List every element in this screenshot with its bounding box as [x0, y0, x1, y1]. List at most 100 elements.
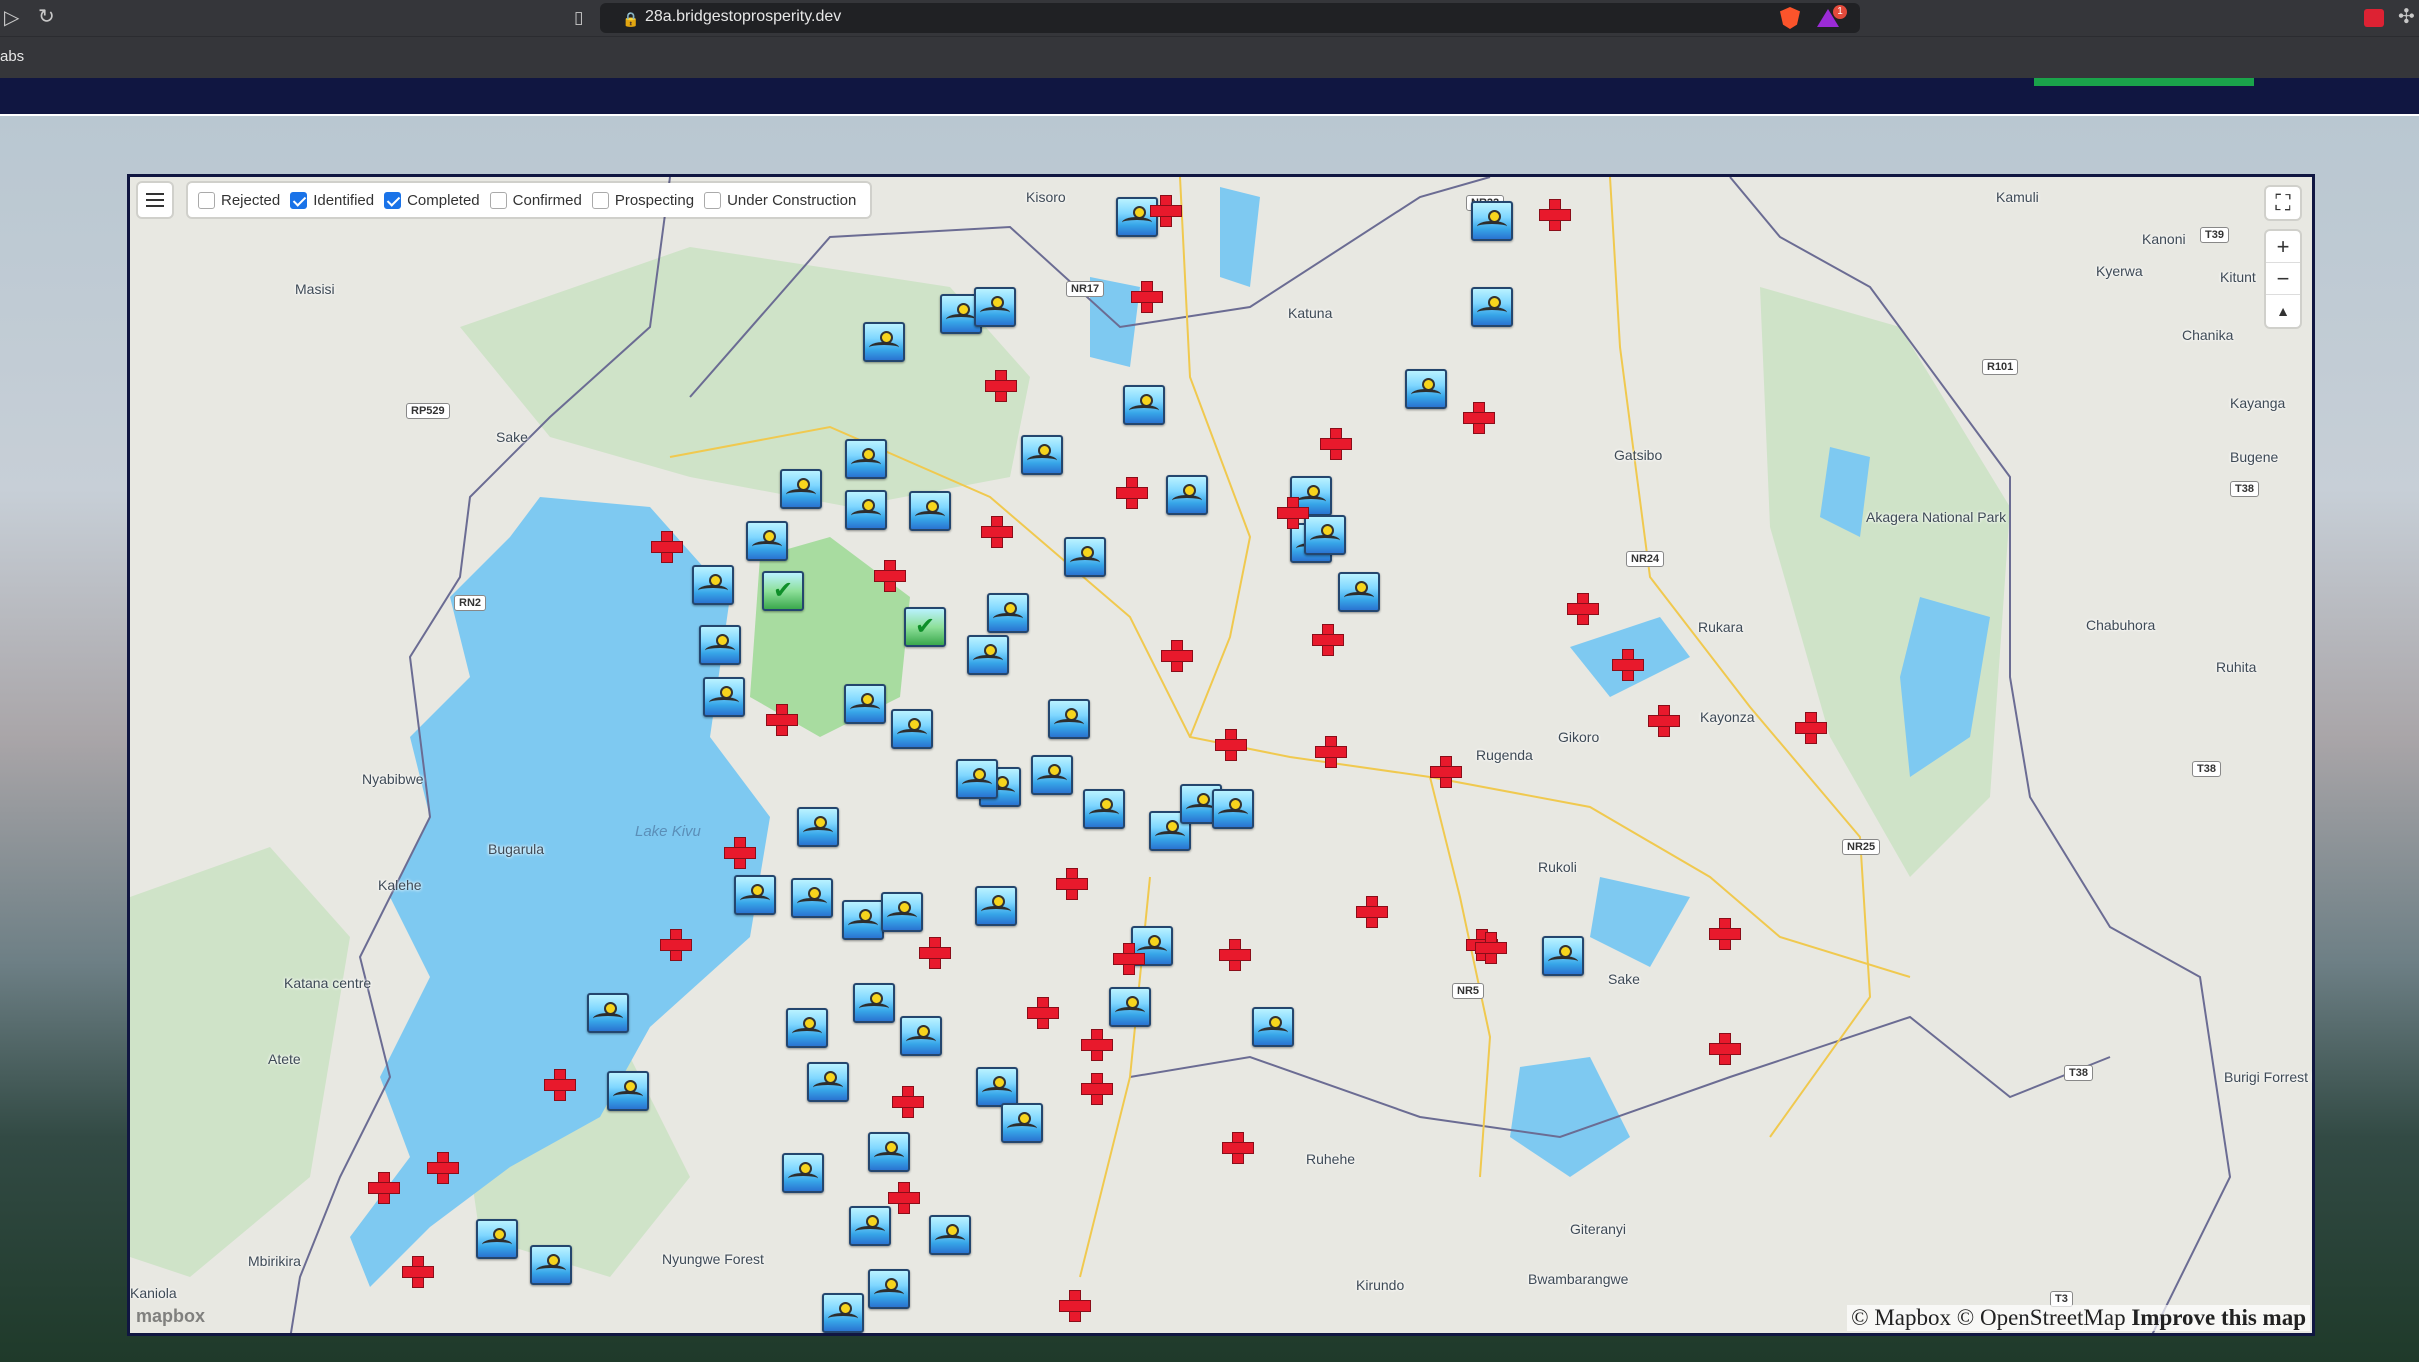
completed-bridge-marker[interactable] — [904, 607, 946, 647]
identified-bridge-marker[interactable] — [845, 439, 887, 479]
health-facility-marker[interactable] — [1150, 195, 1182, 227]
mapbox-logo[interactable]: mapbox — [136, 1306, 205, 1327]
filter-completed[interactable]: Completed — [384, 191, 480, 209]
identified-bridge-marker[interactable] — [1048, 699, 1090, 739]
identified-bridge-marker[interactable] — [900, 1016, 942, 1056]
identified-bridge-marker[interactable] — [1212, 789, 1254, 829]
zoom-out-button[interactable]: − — [2266, 263, 2300, 295]
identified-bridge-marker[interactable] — [868, 1132, 910, 1172]
identified-bridge-marker[interactable] — [909, 491, 951, 531]
identified-bridge-marker[interactable] — [956, 759, 998, 799]
filter-checkbox[interactable] — [290, 191, 308, 209]
health-facility-marker[interactable] — [1056, 868, 1088, 900]
reload-icon[interactable]: ↻ — [38, 7, 55, 27]
fullscreen-icon[interactable]: ⛶ — [2266, 187, 2300, 219]
health-facility-marker[interactable] — [1539, 199, 1571, 231]
bookmark-icon[interactable]: ▯ — [574, 8, 583, 28]
filter-checkbox[interactable] — [384, 191, 402, 209]
identified-bridge-marker[interactable] — [891, 709, 933, 749]
health-facility-marker[interactable] — [402, 1256, 434, 1288]
filter-checkbox[interactable] — [489, 191, 507, 209]
map-container[interactable]: Kisoro Masisi Sake Katuna Kamuli Kanoni … — [127, 174, 2315, 1336]
filter-checkbox[interactable] — [704, 191, 722, 209]
health-facility-marker[interactable] — [1219, 939, 1251, 971]
health-facility-marker[interactable] — [724, 837, 756, 869]
identified-bridge-marker[interactable] — [976, 1067, 1018, 1107]
health-facility-marker[interactable] — [766, 704, 798, 736]
identified-bridge-marker[interactable] — [692, 565, 734, 605]
health-facility-marker[interactable] — [1312, 624, 1344, 656]
identified-bridge-marker[interactable] — [746, 521, 788, 561]
tab-label[interactable]: abs — [0, 48, 24, 65]
identified-bridge-marker[interactable] — [974, 287, 1016, 327]
health-facility-marker[interactable] — [1027, 997, 1059, 1029]
extension-icon[interactable] — [2364, 9, 2384, 27]
forward-icon[interactable]: ▷ — [4, 8, 19, 28]
filter-checkbox[interactable] — [198, 191, 215, 209]
improve-map-link[interactable]: Improve this map — [2131, 1305, 2306, 1330]
identified-bridge-marker[interactable] — [845, 490, 887, 530]
health-facility-marker[interactable] — [1356, 896, 1388, 928]
filter-under-construction[interactable]: Under Construction — [704, 191, 856, 209]
identified-bridge-marker[interactable] — [1083, 789, 1125, 829]
health-facility-marker[interactable] — [1709, 1033, 1741, 1065]
identified-bridge-marker[interactable] — [1123, 385, 1165, 425]
identified-bridge-marker[interactable] — [699, 625, 741, 665]
identified-bridge-marker[interactable] — [797, 807, 839, 847]
identified-bridge-marker[interactable] — [587, 993, 629, 1033]
identified-bridge-marker[interactable] — [734, 875, 776, 915]
identified-bridge-marker[interactable] — [987, 593, 1029, 633]
identified-bridge-marker[interactable] — [791, 878, 833, 918]
health-facility-marker[interactable] — [660, 929, 692, 961]
health-facility-marker[interactable] — [892, 1086, 924, 1118]
compass-button[interactable]: ▲ — [2266, 295, 2300, 327]
health-facility-marker[interactable] — [544, 1069, 576, 1101]
identified-bridge-marker[interactable] — [975, 886, 1017, 926]
identified-bridge-marker[interactable] — [844, 684, 886, 724]
identified-bridge-marker[interactable] — [1471, 287, 1513, 327]
health-facility-marker[interactable] — [1161, 640, 1193, 672]
identified-bridge-marker[interactable] — [1338, 572, 1380, 612]
filter-identified[interactable]: Identified — [290, 191, 374, 209]
health-facility-marker[interactable] — [1648, 705, 1680, 737]
identified-bridge-marker[interactable] — [807, 1062, 849, 1102]
health-facility-marker[interactable] — [1081, 1073, 1113, 1105]
identified-bridge-marker[interactable] — [853, 983, 895, 1023]
identified-bridge-marker[interactable] — [1064, 537, 1106, 577]
health-facility-marker[interactable] — [427, 1152, 459, 1184]
identified-bridge-marker[interactable] — [822, 1293, 864, 1333]
identified-bridge-marker[interactable] — [1405, 369, 1447, 409]
filter-checkbox[interactable] — [591, 191, 609, 209]
health-facility-marker[interactable] — [1222, 1132, 1254, 1164]
health-facility-marker[interactable] — [368, 1172, 400, 1204]
health-facility-marker[interactable] — [1463, 402, 1495, 434]
health-facility-marker[interactable] — [1059, 1290, 1091, 1322]
health-facility-marker[interactable] — [1215, 729, 1247, 761]
health-facility-marker[interactable] — [1315, 736, 1347, 768]
health-facility-marker[interactable] — [1709, 918, 1741, 950]
health-facility-marker[interactable] — [1131, 281, 1163, 313]
health-facility-marker[interactable] — [1277, 497, 1309, 529]
zoom-in-button[interactable]: + — [2266, 231, 2300, 263]
identified-bridge-marker[interactable] — [849, 1206, 891, 1246]
identified-bridge-marker[interactable] — [1542, 936, 1584, 976]
health-facility-marker[interactable] — [651, 531, 683, 563]
health-facility-marker[interactable] — [1430, 756, 1462, 788]
health-facility-marker[interactable] — [985, 370, 1017, 402]
identified-bridge-marker[interactable] — [703, 677, 745, 717]
identified-bridge-marker[interactable] — [782, 1153, 824, 1193]
health-facility-marker[interactable] — [1567, 593, 1599, 625]
attribution-osm-link[interactable]: © OpenStreetMap — [1957, 1305, 2126, 1330]
identified-bridge-marker[interactable] — [1471, 201, 1513, 241]
identified-bridge-marker[interactable] — [1001, 1103, 1043, 1143]
health-facility-marker[interactable] — [888, 1182, 920, 1214]
identified-bridge-marker[interactable] — [967, 635, 1009, 675]
identified-bridge-marker[interactable] — [863, 322, 905, 362]
health-facility-marker[interactable] — [874, 560, 906, 592]
identified-bridge-marker[interactable] — [1021, 435, 1063, 475]
health-facility-marker[interactable] — [981, 516, 1013, 548]
health-facility-marker[interactable] — [1795, 712, 1827, 744]
attribution-mapbox-link[interactable]: © Mapbox — [1851, 1305, 1951, 1330]
puzzle-icon[interactable]: ✣ — [2398, 7, 2415, 27]
identified-bridge-marker[interactable] — [842, 900, 884, 940]
